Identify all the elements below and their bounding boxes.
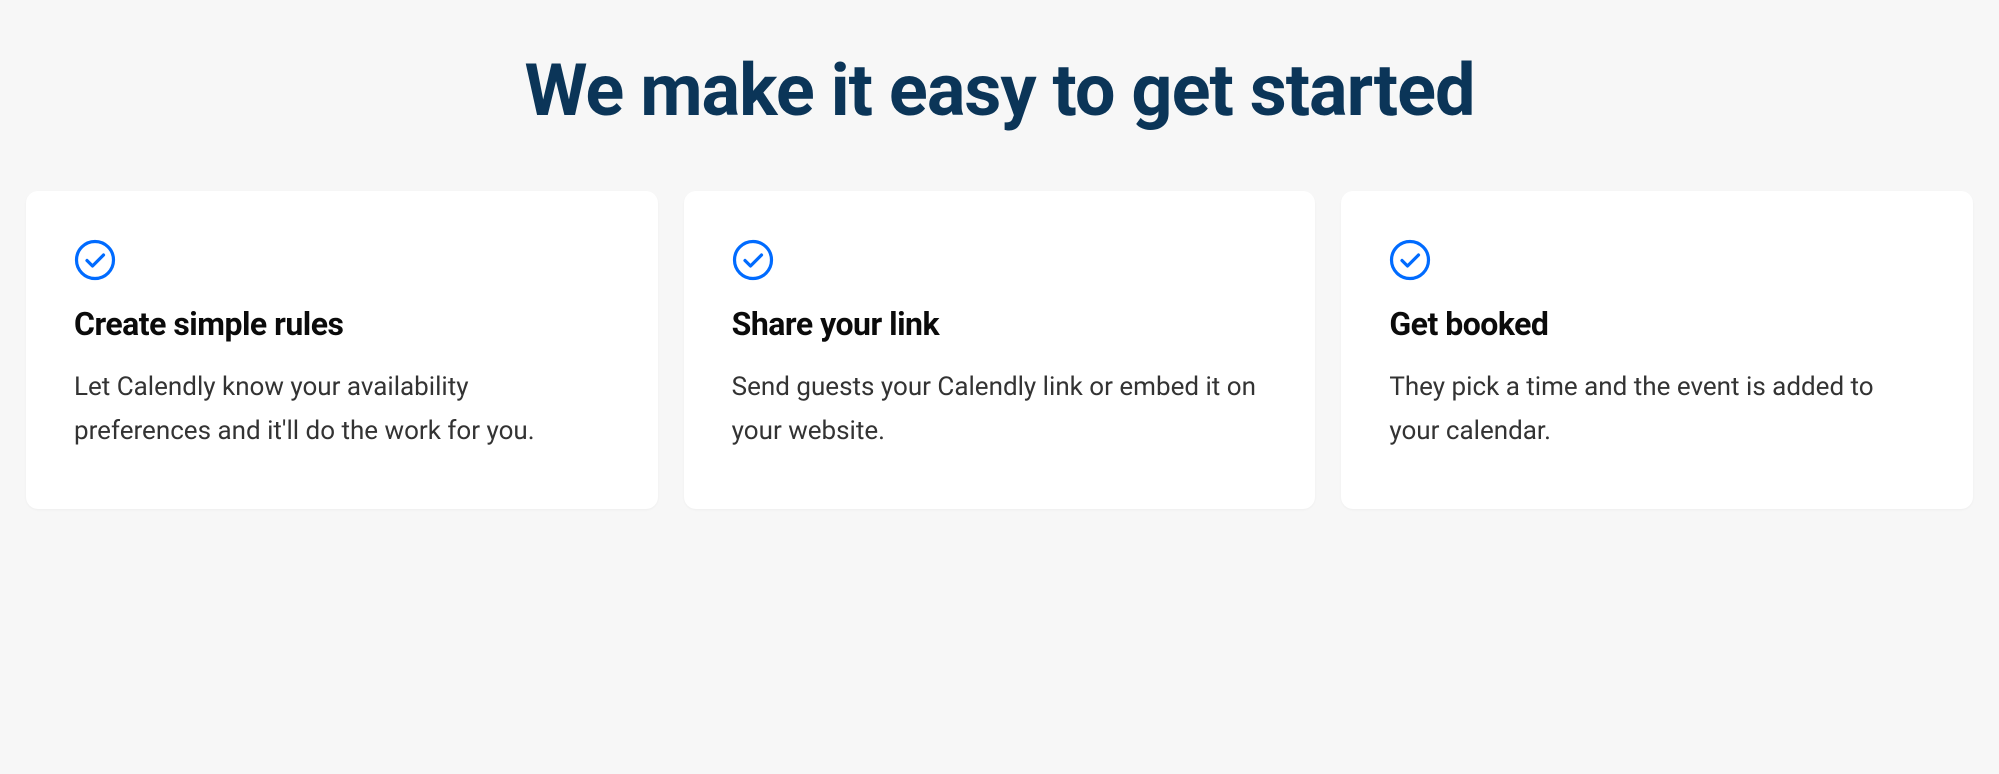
check-circle-icon <box>74 239 610 281</box>
card-description: Send guests your Calendly link or embed … <box>732 365 1268 453</box>
feature-card-share-link: Share your link Send guests your Calendl… <box>684 191 1316 509</box>
card-title: Share your link <box>732 305 1268 343</box>
card-title: Get booked <box>1389 305 1925 343</box>
card-description: Let Calendly know your availability pref… <box>74 365 610 453</box>
card-title: Create simple rules <box>74 305 610 343</box>
section-heading: We make it easy to get started <box>24 48 1975 133</box>
check-circle-icon <box>1389 239 1925 281</box>
section-container: We make it easy to get started Create si… <box>0 0 1999 509</box>
feature-card-get-booked: Get booked They pick a time and the even… <box>1341 191 1973 509</box>
feature-card-create-rules: Create simple rules Let Calendly know yo… <box>26 191 658 509</box>
cards-row: Create simple rules Let Calendly know yo… <box>24 191 1975 509</box>
card-description: They pick a time and the event is added … <box>1389 365 1925 453</box>
check-circle-icon <box>732 239 1268 281</box>
